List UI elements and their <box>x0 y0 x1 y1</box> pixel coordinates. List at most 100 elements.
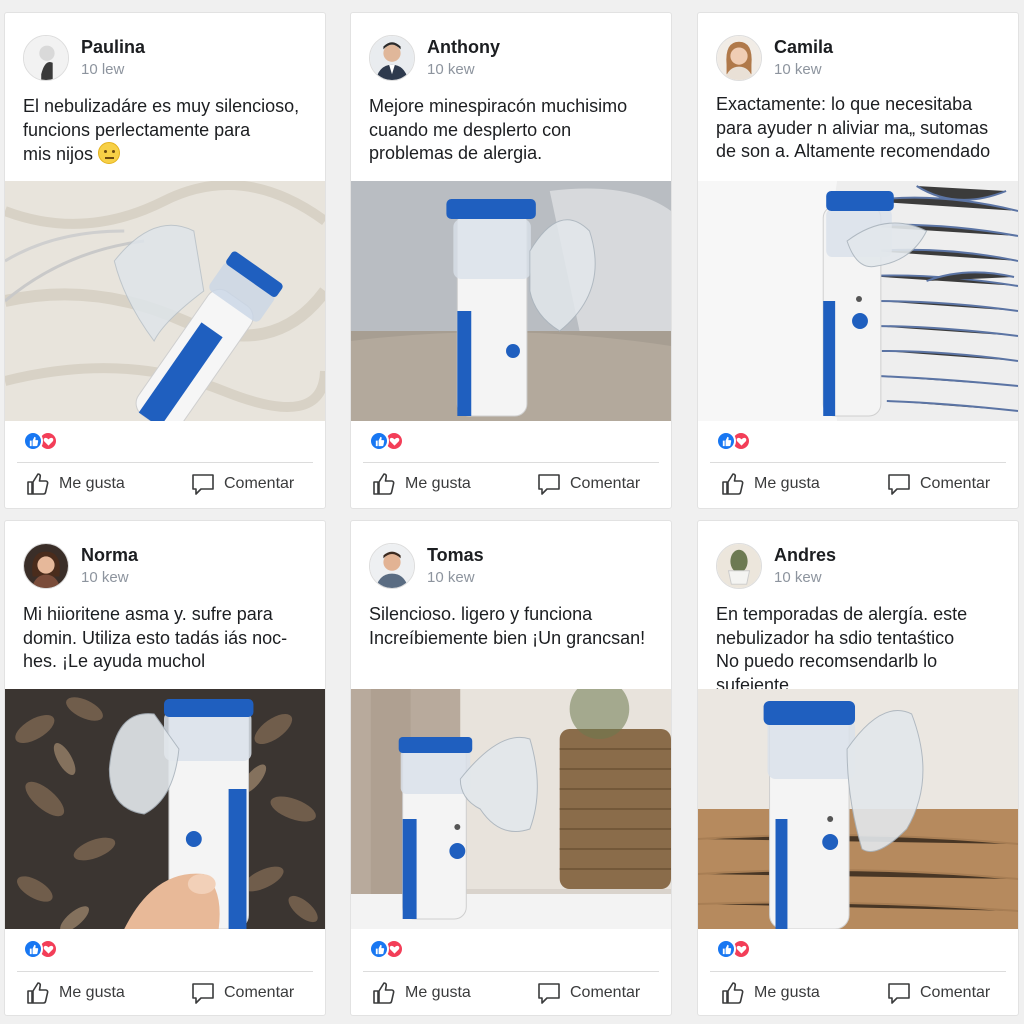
reactions-summary[interactable] <box>23 939 73 961</box>
reactions-summary[interactable] <box>716 431 766 453</box>
comment-button[interactable]: Comentar <box>886 980 990 1006</box>
post-photo[interactable] <box>698 689 1018 929</box>
post-text-line: Exactamente: lo que necesitaba <box>716 94 973 114</box>
comment-button[interactable]: Comentar <box>190 471 294 497</box>
thumbs-up-icon <box>373 982 395 1004</box>
post-text-line: El nebulizadáre es muy silencioso, <box>23 96 300 116</box>
post-text-line: para ayuder n aliviar ma„ sutomas <box>716 117 989 138</box>
like-label: Me gusta <box>754 475 820 492</box>
post-card: Norma 10 kew Mi hiioritene asma y. sufre… <box>4 520 326 1016</box>
post-header: Andres 10 kew <box>698 521 1018 591</box>
reactions-summary[interactable] <box>369 939 419 961</box>
post-photo[interactable] <box>351 689 671 929</box>
reactions-summary[interactable] <box>716 939 766 961</box>
comment-button[interactable]: Comentar <box>190 980 294 1006</box>
comment-label: Comentar <box>570 475 641 492</box>
comment-button[interactable]: Comentar <box>536 980 640 1006</box>
post-time[interactable]: 10 kew <box>427 61 475 78</box>
author-name[interactable]: Anthony <box>427 37 500 58</box>
post-text-line: problemas de alergia. <box>369 143 543 163</box>
post-photo[interactable] <box>5 181 325 421</box>
post-time[interactable]: 10 lew <box>81 61 124 78</box>
like-label: Me gusta <box>405 475 471 492</box>
comment-label: Comentar <box>570 984 641 1001</box>
thumbs-up-icon <box>722 473 744 495</box>
neutral-face-emoji <box>98 142 121 164</box>
comment-label: Comentar <box>920 475 991 492</box>
reactions-summary[interactable] <box>23 431 73 453</box>
divider <box>710 971 1006 972</box>
post-text-line-content: mis nijos <box>23 144 94 164</box>
divider <box>17 462 313 463</box>
comment-label: Comentar <box>224 984 295 1001</box>
post-text-line: Mi hiioritene asma y. sufre para <box>23 604 273 624</box>
avatar[interactable] <box>369 543 415 589</box>
post-text: El nebulizadáre es muy silencioso, funci… <box>23 95 318 167</box>
author-name[interactable]: Norma <box>81 545 138 566</box>
post-card: Tomas 10 kew Silencioso. ligero y funcio… <box>350 520 672 1016</box>
speech-bubble-icon <box>538 474 560 495</box>
like-reaction-icon <box>716 939 736 959</box>
post-header: Anthony 10 kew <box>351 13 671 83</box>
author-name[interactable]: Tomas <box>427 545 484 566</box>
post-text-line: En temporadas de alergía. este <box>716 604 968 624</box>
like-button[interactable]: Me gusta <box>371 980 471 1006</box>
post-time[interactable]: 10 kew <box>81 569 129 586</box>
review-grid: Paulina 10 lew El nebulizadáre es muy si… <box>0 0 1024 1024</box>
post-photo[interactable] <box>351 181 671 421</box>
post-text-line: mis nijos <box>23 142 318 167</box>
post-time[interactable]: 10 kew <box>774 569 822 586</box>
avatar[interactable] <box>716 35 762 81</box>
like-button[interactable]: Me gusta <box>720 980 820 1006</box>
post-text-line: de son a. Altamente recomendado <box>716 141 991 161</box>
post-time[interactable]: 10 kew <box>774 61 822 78</box>
author-name[interactable]: Camila <box>774 37 833 58</box>
divider <box>363 971 659 972</box>
like-reaction-icon <box>23 431 43 451</box>
thumbs-up-icon <box>27 473 49 495</box>
like-reaction-icon <box>369 939 389 959</box>
divider <box>710 462 1006 463</box>
divider <box>363 462 659 463</box>
author-name[interactable]: Andres <box>774 545 836 566</box>
post-text-line: Increíbiemente bien ¡Un grancsan! <box>369 627 646 648</box>
post-card: Camila 10 kew Exactamente: lo que necesi… <box>697 12 1019 509</box>
avatar[interactable] <box>23 35 69 81</box>
comment-label: Comentar <box>920 984 991 1001</box>
speech-bubble-icon <box>192 474 214 495</box>
post-text-line: nebulizador ha sdio tentaśtico <box>716 627 955 648</box>
like-button[interactable]: Me gusta <box>720 471 820 497</box>
reactions-summary[interactable] <box>369 431 419 453</box>
post-text-line: domin. Utiliza esto tadás iás noc- <box>23 627 288 648</box>
like-label: Me gusta <box>59 475 125 492</box>
speech-bubble-icon <box>538 983 560 1004</box>
comment-button[interactable]: Comentar <box>886 471 990 497</box>
like-label: Me gusta <box>405 984 471 1001</box>
post-photo[interactable] <box>5 689 325 929</box>
post-header: Norma 10 kew <box>5 521 325 591</box>
divider <box>17 971 313 972</box>
post-header: Camila 10 kew <box>698 13 1018 83</box>
comment-button[interactable]: Comentar <box>536 471 640 497</box>
like-button[interactable]: Me gusta <box>371 471 471 497</box>
like-button[interactable]: Me gusta <box>25 980 125 1006</box>
avatar[interactable] <box>716 543 762 589</box>
like-label: Me gusta <box>59 984 125 1001</box>
post-time[interactable]: 10 kew <box>427 569 475 586</box>
post-text: Silencioso. ligero y funciona Increíbiem… <box>369 603 664 650</box>
post-header: Paulina 10 lew <box>5 13 325 83</box>
speech-bubble-icon <box>888 474 910 495</box>
speech-bubble-icon <box>192 983 214 1004</box>
like-reaction-icon <box>23 939 43 959</box>
post-text: Exactamente: lo que necesitaba para ayud… <box>716 93 1011 164</box>
post-photo[interactable] <box>698 181 1018 421</box>
author-name[interactable]: Paulina <box>81 37 145 58</box>
like-reaction-icon <box>716 431 736 451</box>
like-label: Me gusta <box>754 984 820 1001</box>
like-button[interactable]: Me gusta <box>25 471 125 497</box>
avatar[interactable] <box>369 35 415 81</box>
post-text: En temporadas de alergía. este nebulizad… <box>716 603 1011 697</box>
post-text-line: cuando me desplerto con <box>369 119 572 140</box>
avatar[interactable] <box>23 543 69 589</box>
post-card: Anthony 10 kew Mejore minespiracón muchi… <box>350 12 672 509</box>
